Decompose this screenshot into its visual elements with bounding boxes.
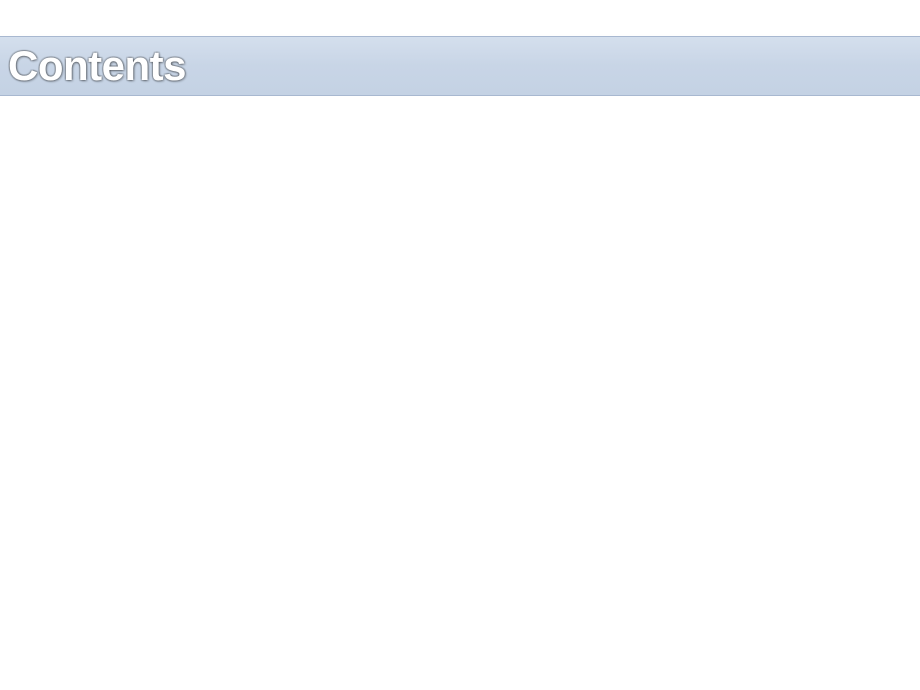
header-bar: Contents <box>0 36 920 96</box>
page-title: Contents <box>8 42 186 90</box>
top-spacer <box>0 0 920 36</box>
content-area <box>0 96 920 690</box>
